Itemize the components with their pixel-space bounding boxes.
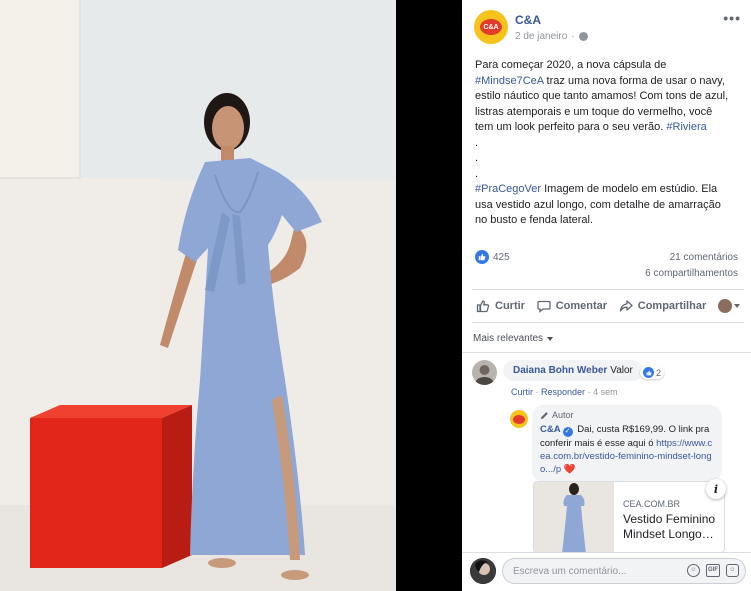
comment-reply-link[interactable]: Responder xyxy=(541,387,585,397)
hashtag-link[interactable]: #Riviera xyxy=(666,121,706,133)
sticker-icon[interactable]: ☺ xyxy=(726,564,739,577)
user-avatar xyxy=(717,299,732,313)
comments-count-link[interactable]: 21 comentários xyxy=(645,250,738,266)
model-photo-illustration xyxy=(0,0,396,591)
divider xyxy=(462,552,751,553)
pencil-icon xyxy=(540,412,548,420)
comment-text: Valor xyxy=(610,365,633,376)
author-badge-label: Autor xyxy=(552,410,574,420)
comment-reactions[interactable]: 2 xyxy=(640,366,665,379)
comment-time[interactable]: 4 sem xyxy=(593,387,618,397)
gif-icon[interactable]: GIF xyxy=(706,564,720,577)
comment-author-link[interactable]: Daiana Bohn Weber xyxy=(513,365,607,376)
post-actions-bar: Curtir Comentar Compartilhar xyxy=(472,289,744,323)
thumbs-up-icon xyxy=(476,300,490,313)
comment-actions: Curtir · Responder · 4 sem xyxy=(511,387,618,397)
globe-icon xyxy=(578,32,588,41)
like-reaction-icon xyxy=(643,367,654,378)
post-text-line: estilo náutico que tanto amamos! Com ton… xyxy=(475,90,729,102)
link-preview-card[interactable]: CEA.COM.BR Vestido Feminino Mindset Long… xyxy=(533,481,725,553)
post-header: C&A C&A 2 de janeiro · ••• xyxy=(474,10,744,46)
more-options-button[interactable]: ••• xyxy=(723,10,741,26)
post-text: Para começar 2020, a nova cápsula de #Mi… xyxy=(475,58,747,229)
post-text-line: usa vestido azul longo, com detalhe de a… xyxy=(475,198,721,211)
comment-sort-dropdown[interactable]: Mais relevantes xyxy=(473,333,554,344)
post-text-dot: . xyxy=(475,152,479,164)
reactions-count: 425 xyxy=(493,251,510,263)
verified-badge-icon: ✓ xyxy=(562,427,573,437)
reactions-summary[interactable]: 425 xyxy=(475,249,510,265)
like-reaction-icon xyxy=(475,250,489,264)
reply-author-link[interactable]: C&A xyxy=(540,424,561,435)
divider xyxy=(462,352,751,353)
photo-frame-margin xyxy=(396,0,462,591)
photo-viewer: C&A C&A 2 de janeiro · ••• Para começar … xyxy=(0,0,751,591)
comment-button-label: Comentar xyxy=(555,300,608,312)
comment-icon xyxy=(537,300,551,313)
current-user-avatar[interactable] xyxy=(470,558,496,584)
post-meta: 2 de janeiro · xyxy=(515,31,588,42)
post-text-line: traz uma nova forma de usar o navy, xyxy=(543,74,725,87)
preview-domain: CEA.COM.BR xyxy=(623,499,681,509)
share-button[interactable]: Compartilhar xyxy=(619,299,706,313)
emoji-icon[interactable]: ☺ xyxy=(687,564,700,577)
separator-dot: · xyxy=(571,31,575,42)
cea-logo xyxy=(513,414,525,424)
like-button-label: Curtir xyxy=(495,300,525,312)
post-date[interactable]: 2 de janeiro xyxy=(515,31,567,42)
info-icon[interactable]: i xyxy=(706,479,726,499)
preview-title: Vestido Feminino Mindset Longo… xyxy=(623,512,716,541)
hashtag-link[interactable]: #Mindse7CeA xyxy=(475,75,544,87)
post-panel: C&A C&A 2 de janeiro · ••• Para começar … xyxy=(462,0,751,591)
shares-count-link[interactable]: 6 compartilhamentos xyxy=(645,266,738,282)
post-photo[interactable] xyxy=(0,0,396,591)
post-text-line: Imagem de modelo em estúdio. Ela xyxy=(541,183,718,195)
post-text-line: tem um look perfeito para o seu verão. xyxy=(475,121,667,133)
share-button-label: Compartilhar xyxy=(637,300,707,312)
post-text-line: listras atemporais e um toque do vermelh… xyxy=(475,105,713,118)
comment-like-link[interactable]: Curtir xyxy=(511,387,533,397)
audience-selector[interactable] xyxy=(717,299,740,313)
composer-icons: ☺ GIF ☺ xyxy=(687,564,739,577)
comment-composer: ☺ GIF ☺ xyxy=(470,557,746,585)
red-cube-front xyxy=(30,418,162,568)
comment-button[interactable]: Comentar xyxy=(537,299,607,313)
post-text-dot: . xyxy=(475,136,479,149)
comment-reaction-count: 2 xyxy=(656,367,662,378)
sort-label: Mais relevantes xyxy=(473,333,544,344)
preview-thumbnail xyxy=(534,482,614,552)
engagement-counts: 21 comentários 6 compartilhamentos xyxy=(645,250,738,282)
reply-bubble: Autor C&A ✓ Dai, custa R$169,99. O link p… xyxy=(532,405,722,482)
page-avatar[interactable]: C&A xyxy=(474,10,508,44)
author-badge: Autor xyxy=(540,409,714,422)
chevron-down-icon xyxy=(547,336,554,341)
page-name-link[interactable]: C&A xyxy=(515,13,541,27)
share-arrow-icon xyxy=(619,300,633,312)
cea-logo: C&A xyxy=(480,19,502,35)
red-cube-side xyxy=(162,405,192,568)
page-avatar-small[interactable] xyxy=(510,410,528,428)
comment-bubble: Daiana Bohn Weber Valor xyxy=(503,360,643,381)
like-button[interactable]: Curtir xyxy=(476,299,525,313)
post-text-dot: . xyxy=(475,167,479,180)
post-text-line: no busto e fenda lateral. xyxy=(475,214,594,226)
commenter-avatar[interactable] xyxy=(472,360,497,385)
post-text-line: Para começar 2020, a nova cápsula de xyxy=(475,59,667,71)
heart-emoji: ❤️ xyxy=(563,464,576,475)
chevron-down-icon xyxy=(733,304,740,308)
hashtag-link[interactable]: #PraCegoVer xyxy=(475,183,541,195)
